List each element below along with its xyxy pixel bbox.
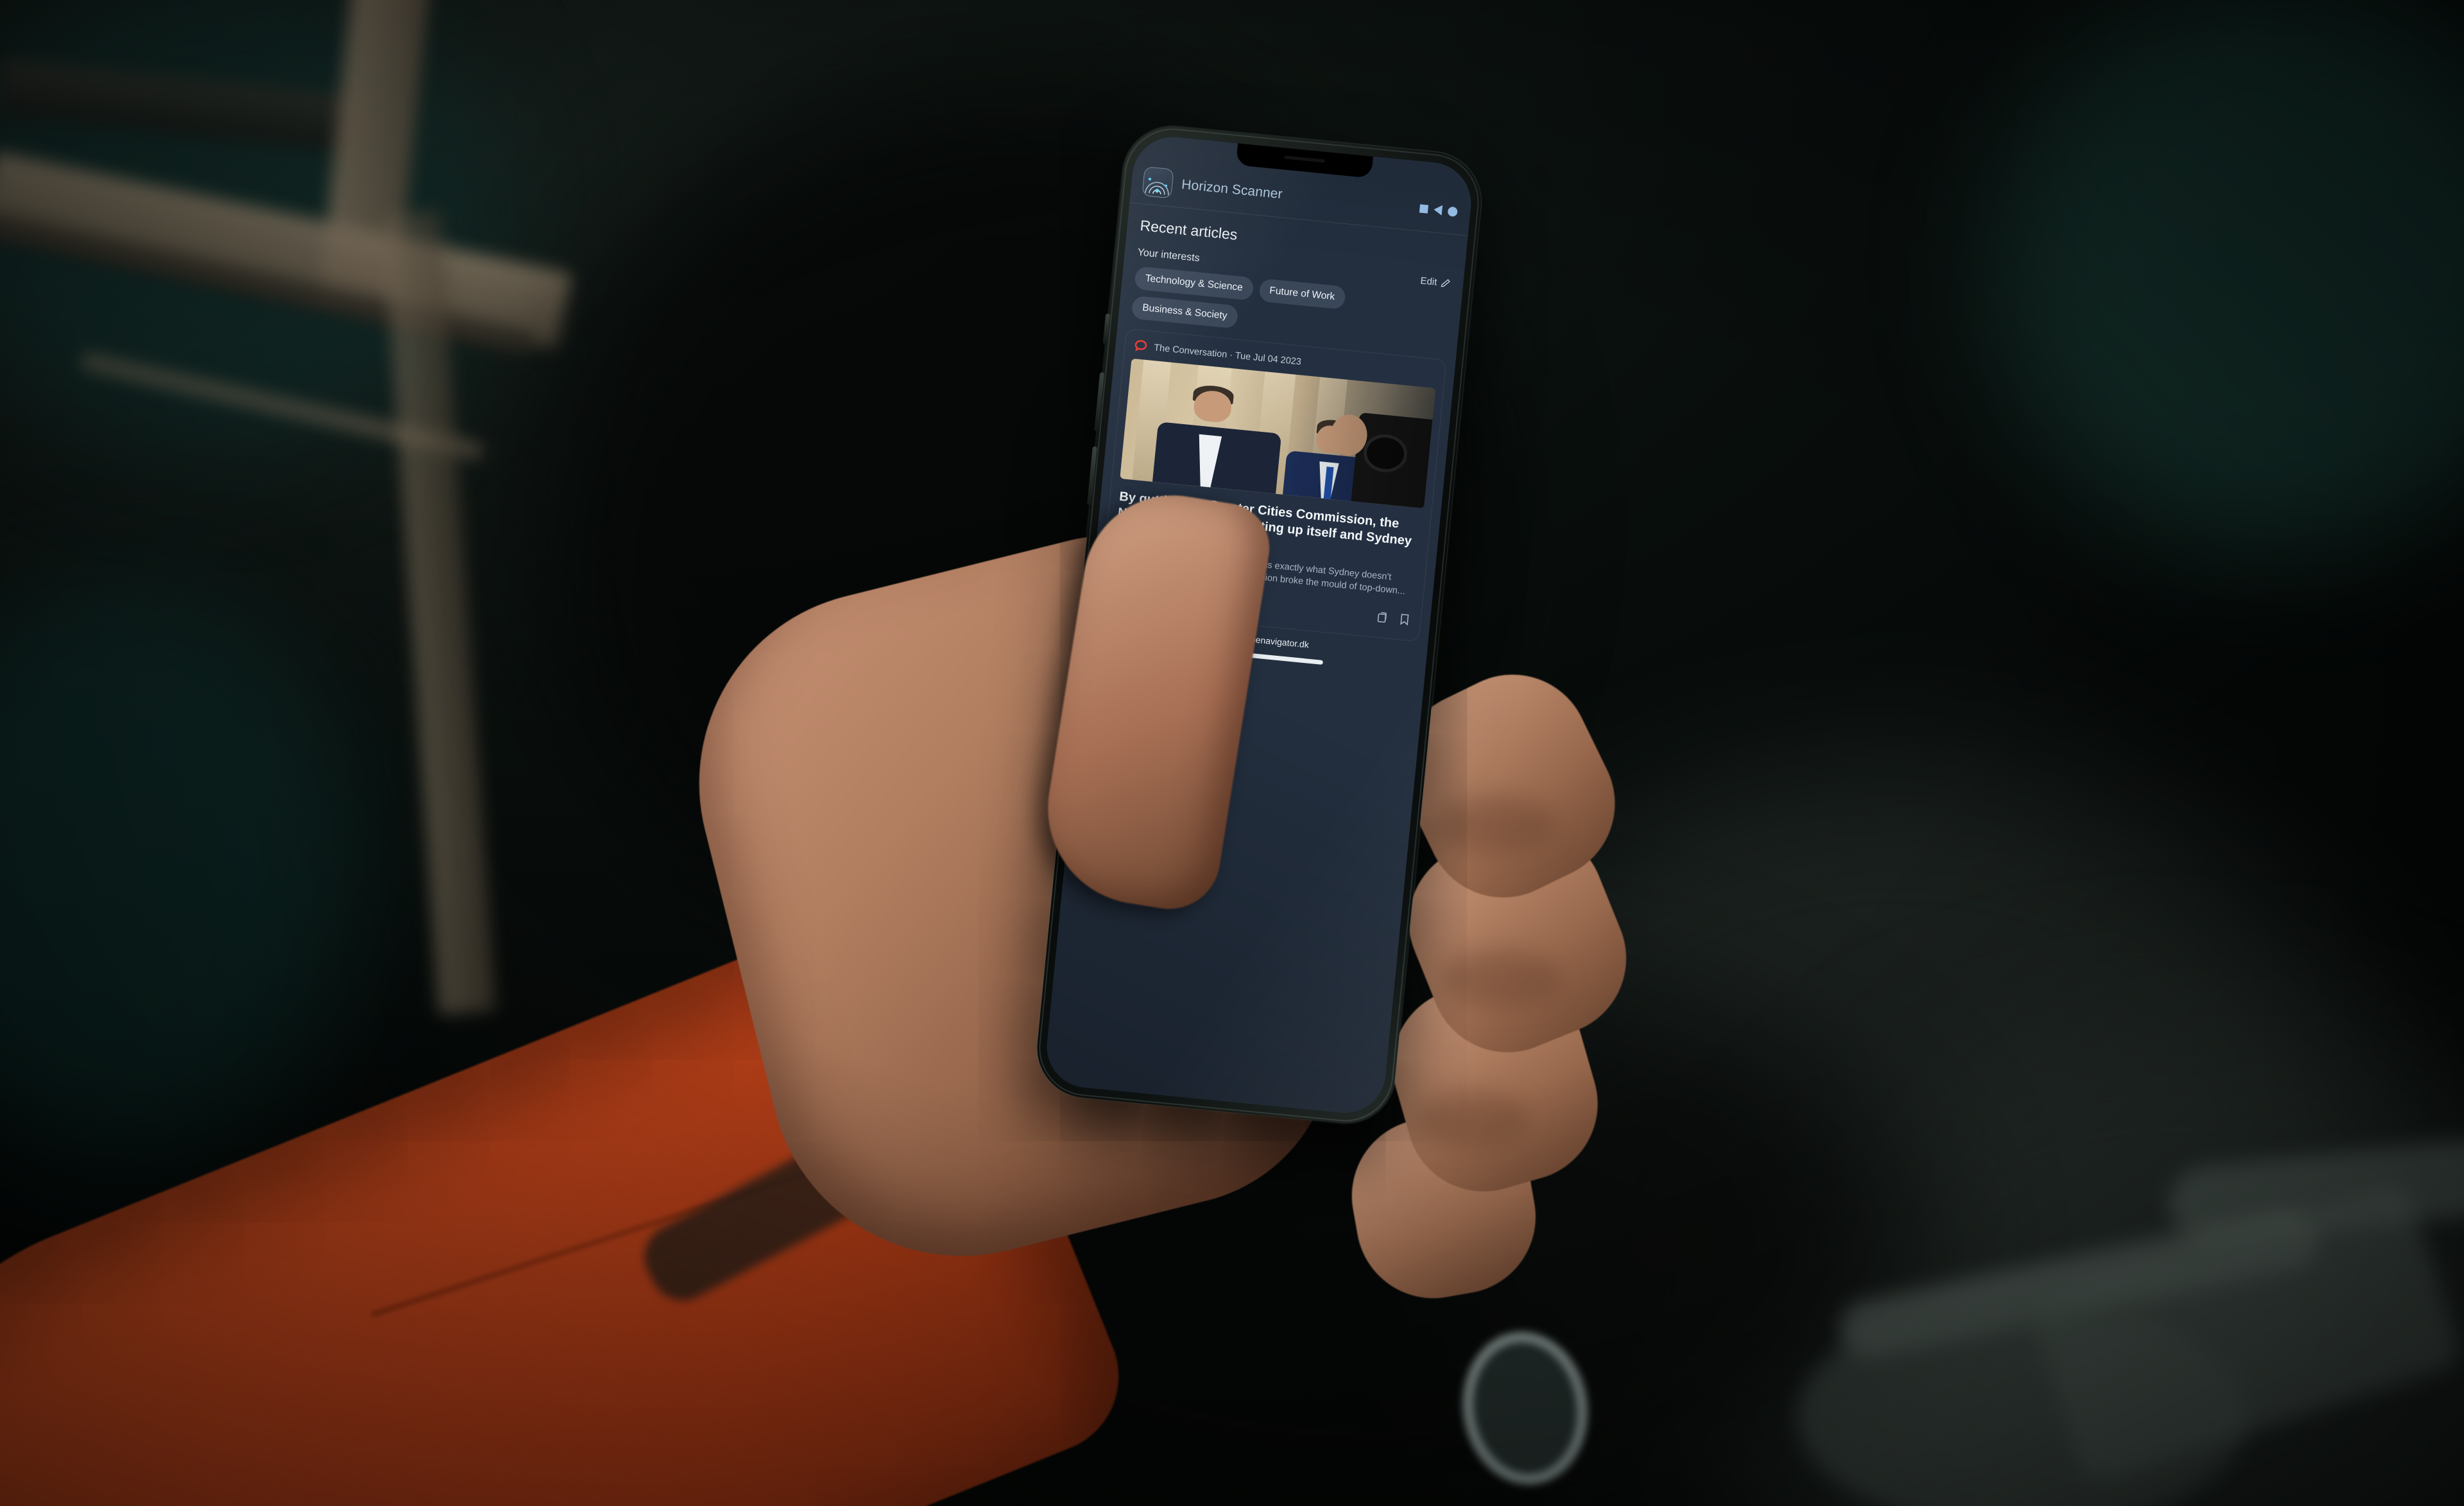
photo-scene: Horizon Scanner Recent articles Your int…	[0, 0, 2464, 1506]
